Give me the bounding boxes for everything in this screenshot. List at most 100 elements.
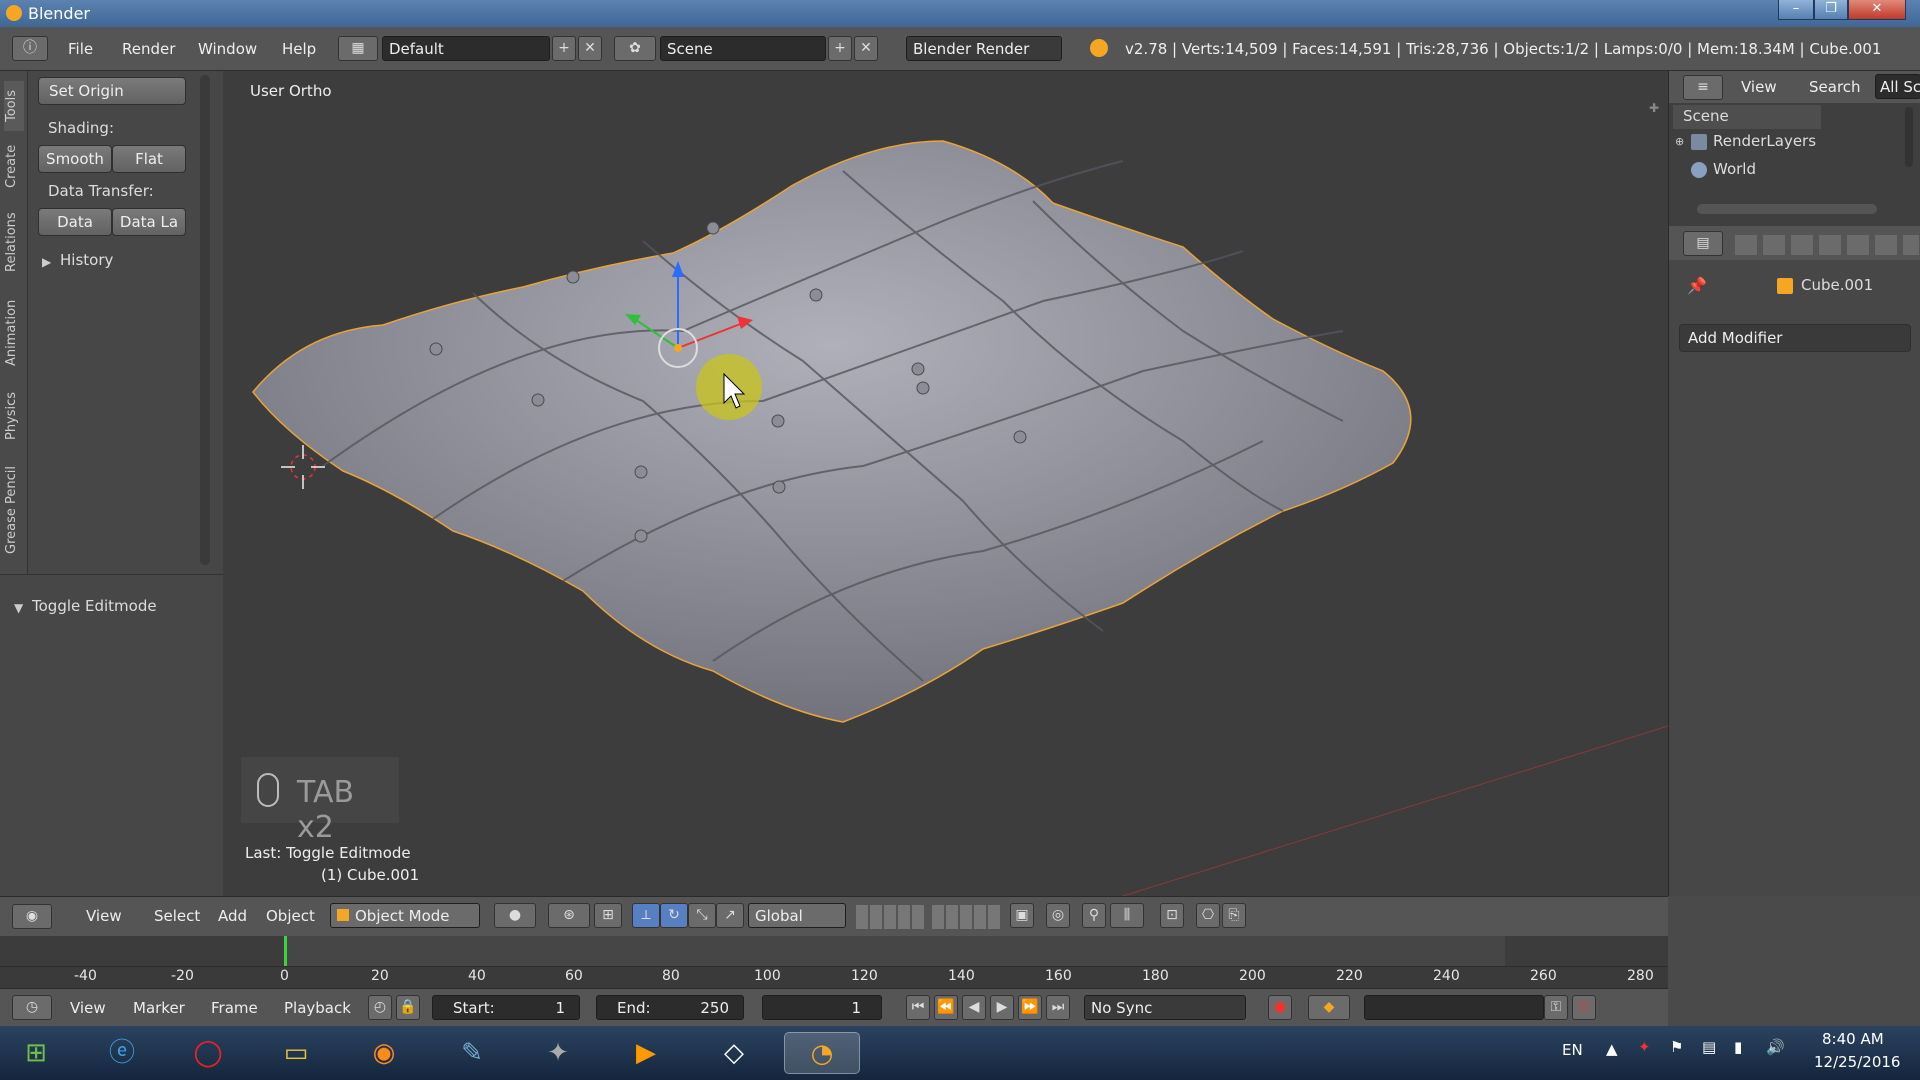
show-hidden-icons[interactable]: ▲	[1606, 1040, 1618, 1058]
manipulator-extra-icon[interactable]: ↗	[716, 903, 744, 928]
jump-start-icon[interactable]: ⏮	[906, 995, 930, 1020]
snap-element-icon[interactable]: ⫼	[1110, 903, 1144, 928]
paint-icon[interactable]: ✎	[446, 1032, 498, 1074]
opengl-render-icon[interactable]: ⎔	[1196, 903, 1220, 928]
volume-tray-icon[interactable]: 🔊	[1766, 1038, 1785, 1056]
internet-explorer-icon[interactable]: ⓔ	[96, 1032, 148, 1074]
layout-icon[interactable]: ▦	[338, 36, 378, 61]
tool-shelf-scrollbar[interactable]	[200, 75, 210, 565]
snap-target-icon[interactable]: ⊡	[1160, 903, 1184, 928]
add-scene-icon[interactable]: +	[828, 36, 852, 61]
mesh-canvas[interactable]	[223, 71, 1668, 896]
orientation-select[interactable]: Global	[748, 903, 846, 928]
antivirus-tray-icon[interactable]: ✦	[1638, 1038, 1651, 1056]
info-editor-icon[interactable]: ⓘ	[12, 36, 48, 61]
lock-range-icon[interactable]: 🔒	[396, 995, 420, 1020]
remove-scene-icon[interactable]: ✕	[854, 36, 878, 61]
timeline-menu-playback[interactable]: Playback	[284, 999, 351, 1017]
add-modifier-select[interactable]: Add Modifier	[1679, 324, 1911, 352]
play-reverse-icon[interactable]: ◀	[962, 995, 986, 1020]
clock-date[interactable]: 12/25/2016	[1814, 1053, 1900, 1071]
scale-manipulator-icon[interactable]: ⤡	[688, 903, 716, 928]
outliner-renderlayers-label[interactable]: RenderLayers	[1713, 132, 1816, 150]
opengl-anim-icon[interactable]: ⎘	[1222, 903, 1246, 928]
language-indicator[interactable]: EN	[1562, 1041, 1583, 1059]
operator-collapse-icon[interactable]: ▼	[14, 601, 23, 615]
end-frame-field[interactable]: End: 250	[596, 995, 744, 1020]
network-tray-icon[interactable]: ▤	[1702, 1038, 1716, 1056]
3d-view-editor-icon[interactable]: ◉	[12, 904, 52, 929]
close-button[interactable]: ✕	[1848, 0, 1906, 20]
mode-select[interactable]: Object Mode	[330, 903, 480, 928]
menu-object[interactable]: Object	[266, 907, 315, 925]
delete-keyframe-icon[interactable]: ⚿	[1572, 995, 1596, 1020]
outliner-hscrollbar[interactable]	[1697, 204, 1877, 214]
keying-set-field[interactable]	[1364, 995, 1544, 1020]
set-origin-button[interactable]: Set Origin	[38, 77, 186, 105]
start-frame-field[interactable]: Start: 1	[432, 995, 580, 1020]
timeline-menu-frame[interactable]: Frame	[211, 999, 258, 1017]
next-keyframe-icon[interactable]: ⏩	[1018, 995, 1042, 1020]
layout-field[interactable]: Default	[382, 36, 550, 61]
outliner-search-field[interactable]: Search	[1809, 78, 1861, 96]
outliner-editor-icon[interactable]: ≡	[1683, 75, 1723, 100]
viewport-plus-icon[interactable]: ✚	[1649, 101, 1659, 115]
outliner-world-label[interactable]: World	[1713, 160, 1756, 178]
preview-range-icon[interactable]: ◴	[368, 995, 392, 1020]
unity-icon[interactable]: ◇	[708, 1032, 760, 1074]
timeline[interactable]: -40 -20 0 20 40 60 80 100 120 140 160 18…	[0, 936, 1668, 988]
translate-manipulator-icon[interactable]: ⟂	[632, 903, 660, 928]
outliner-item-scene[interactable]: Scene	[1673, 105, 1821, 129]
menu-select[interactable]: Select	[154, 907, 200, 925]
signal-tray-icon[interactable]: ▮	[1734, 1038, 1742, 1056]
current-frame-field[interactable]: 1	[762, 995, 882, 1020]
insert-keyframe-icon[interactable]: ⚿	[1544, 995, 1568, 1020]
manipulator-toggle-icon[interactable]: ⊞	[594, 903, 622, 928]
pivot-point-icon[interactable]: ⊛	[548, 903, 590, 928]
layers-grid-a[interactable]	[856, 905, 924, 929]
gimp-icon[interactable]: ✦	[532, 1032, 584, 1074]
scene-icon[interactable]: ✿	[614, 36, 656, 61]
scene-field[interactable]: Scene	[660, 36, 826, 61]
timeline-menu-marker[interactable]: Marker	[133, 999, 185, 1017]
menu-add[interactable]: Add	[218, 907, 247, 925]
rotate-manipulator-icon[interactable]: ↻	[660, 903, 688, 928]
tab-create[interactable]: Create	[4, 137, 24, 195]
history-panel-header[interactable]: History	[60, 251, 113, 269]
timeline-editor-icon[interactable]: ◷	[12, 995, 52, 1020]
firefox-icon[interactable]: ◉	[358, 1032, 410, 1074]
data-layout-button[interactable]: Data La	[112, 208, 186, 236]
file-explorer-icon[interactable]: ▭	[270, 1032, 322, 1074]
action-center-icon[interactable]: ⚑	[1670, 1038, 1683, 1056]
3d-viewport[interactable]: User Ortho TAB x2 Last: Toggle Editmode …	[223, 71, 1668, 896]
smooth-button[interactable]: Smooth	[38, 145, 112, 173]
snap-toggle-icon[interactable]: ⚲	[1082, 903, 1106, 928]
properties-context-tabs[interactable]	[1735, 235, 1919, 255]
cloth-mesh-object[interactable]	[252, 140, 1412, 723]
blender-taskbar-icon[interactable]: ◔	[784, 1032, 860, 1074]
tab-tools[interactable]: Tools	[4, 81, 24, 131]
tab-relations[interactable]: Relations	[4, 201, 24, 283]
media-player-icon[interactable]: ▶	[620, 1032, 672, 1074]
maximize-button[interactable]: ❐	[1814, 0, 1848, 20]
opera-icon[interactable]: ◯	[182, 1032, 234, 1074]
proportional-edit-icon[interactable]: ◎	[1046, 903, 1070, 928]
outliner-filter-select[interactable]: All Sc	[1875, 74, 1920, 99]
menu-render[interactable]: Render	[122, 40, 175, 58]
pin-icon[interactable]: 📌	[1687, 276, 1707, 295]
current-frame-marker[interactable]	[284, 936, 287, 966]
play-icon[interactable]: ▶	[990, 995, 1014, 1020]
sync-select[interactable]: No Sync	[1084, 995, 1246, 1020]
outliner-view-menu[interactable]: View	[1741, 78, 1777, 96]
remove-layout-icon[interactable]: ✕	[578, 36, 602, 61]
start-button-icon[interactable]: ⊞	[8, 1032, 64, 1074]
menu-file[interactable]: File	[68, 40, 93, 58]
menu-view[interactable]: View	[86, 907, 122, 925]
prev-keyframe-icon[interactable]: ⏪	[934, 995, 958, 1020]
add-layout-icon[interactable]: +	[552, 36, 576, 61]
record-icon[interactable]: ●	[1268, 995, 1292, 1020]
render-engine-select[interactable]: Blender Render	[906, 36, 1062, 61]
timeline-menu-view[interactable]: View	[70, 999, 106, 1017]
viewport-shading-icon[interactable]: ●	[494, 903, 536, 928]
minimize-button[interactable]: –	[1778, 0, 1814, 20]
